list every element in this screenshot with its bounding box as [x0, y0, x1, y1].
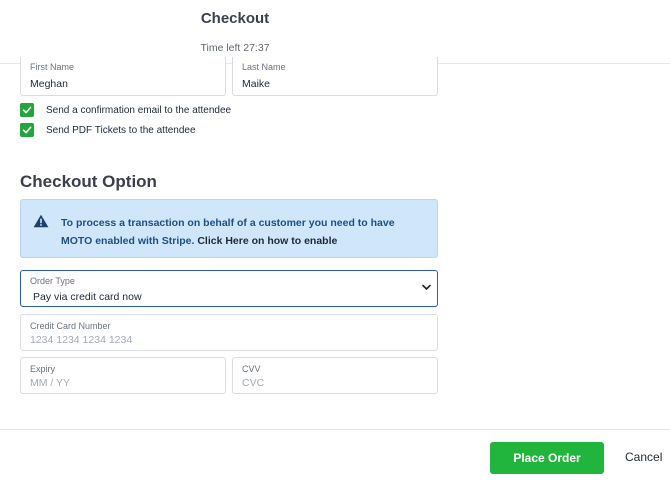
- confirmation-email-label: Send a confirmation email to the attende…: [46, 104, 232, 116]
- cvv-input[interactable]: [242, 377, 426, 389]
- time-left-text: Time left 27:37: [200, 42, 270, 54]
- cancel-button[interactable]: Cancel: [625, 450, 662, 464]
- checkout-footer: Place Order Cancel: [0, 429, 670, 481]
- expiry-field[interactable]: Expiry: [20, 357, 226, 394]
- cvv-label: CVV: [242, 364, 261, 374]
- checkout-header: Checkout Time left 27:37: [0, 0, 670, 64]
- pdf-tickets-label: Send PDF Tickets to the attendee: [46, 124, 196, 136]
- expiry-label: Expiry: [30, 364, 56, 374]
- checkout-option-heading: Checkout Option: [20, 172, 157, 191]
- order-type-select[interactable]: Order Type Pay via credit card now: [20, 270, 438, 307]
- moto-help-link[interactable]: Click Here on how to enable: [197, 235, 337, 247]
- order-type-label: Order Type: [30, 276, 75, 286]
- confirmation-email-option[interactable]: Send a confirmation email to the attende…: [20, 103, 231, 117]
- first-name-field[interactable]: First Name Meghan: [20, 57, 226, 96]
- first-name-label: First Name: [30, 62, 75, 72]
- warning-icon: [33, 214, 49, 228]
- last-name-label: Last Name: [242, 62, 286, 72]
- credit-card-input[interactable]: [30, 334, 426, 346]
- pdf-tickets-option[interactable]: Send PDF Tickets to the attendee: [20, 123, 196, 137]
- credit-card-label: Credit Card Number: [30, 321, 111, 331]
- first-name-value[interactable]: Meghan: [30, 78, 68, 90]
- expiry-input[interactable]: [30, 377, 214, 389]
- credit-card-field[interactable]: Credit Card Number: [20, 314, 438, 351]
- moto-alert: To process a transaction on behalf of a …: [20, 199, 438, 258]
- checkmark-icon: [22, 126, 32, 134]
- place-order-button[interactable]: Place Order: [490, 442, 604, 474]
- chevron-down-icon[interactable]: [422, 284, 431, 291]
- page-title: Checkout: [200, 10, 270, 27]
- checkmark-icon: [22, 106, 32, 114]
- last-name-field[interactable]: Last Name Maike: [232, 57, 438, 96]
- pdf-tickets-checkbox[interactable]: [20, 123, 34, 137]
- last-name-value[interactable]: Maike: [242, 78, 270, 90]
- alert-message: To process a transaction on behalf of a …: [61, 214, 421, 250]
- confirmation-email-checkbox[interactable]: [20, 103, 34, 117]
- cvv-field[interactable]: CVV: [232, 357, 438, 394]
- order-type-value[interactable]: Pay via credit card now: [33, 291, 142, 303]
